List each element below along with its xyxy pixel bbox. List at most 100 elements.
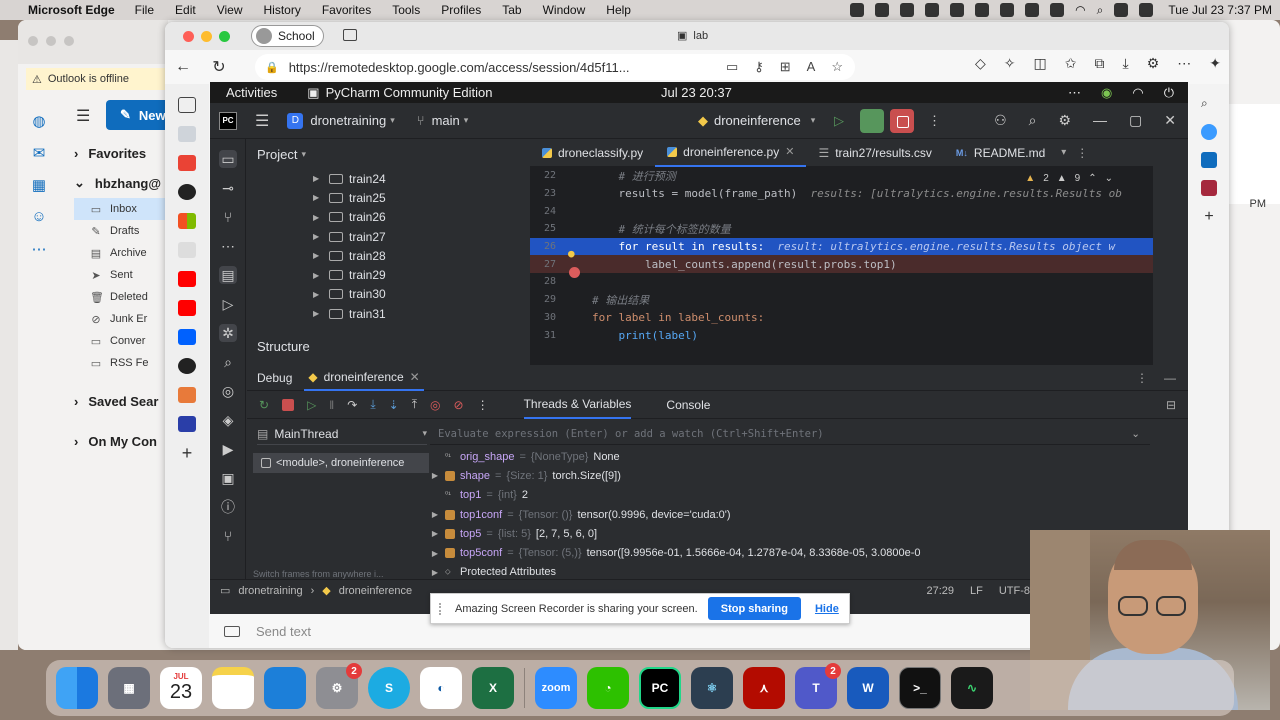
app-menu[interactable]: ▣ PyCharm Community Edition (307, 85, 492, 101)
zoom-status-icon[interactable] (900, 3, 915, 17)
copy-icon[interactable]: ▭ (726, 59, 738, 75)
step-into-icon[interactable]: ⤓ (370, 397, 375, 412)
apps-icon[interactable]: ⊞ (780, 59, 791, 75)
caret-position[interactable]: 27:29 (926, 585, 954, 597)
lightbulb-icon[interactable]: ● (568, 247, 575, 260)
calendar-icon[interactable]: ▦ (30, 176, 48, 194)
powershell-icon[interactable] (178, 416, 196, 432)
favorites-icon[interactable]: ✩ (1065, 55, 1077, 72)
branch-selector[interactable]: main (432, 113, 460, 128)
youtube-icon[interactable] (178, 300, 196, 316)
tab-threads-variables[interactable]: Threads & Variables (523, 391, 632, 419)
menubar-clock[interactable]: Tue Jul 23 7:37 PM (1168, 3, 1272, 17)
resume-icon[interactable]: ▷ (307, 398, 316, 412)
folder-deleted[interactable]: 🗑 Deleted (74, 286, 174, 308)
on-my-computer-section[interactable]: › On My Con (74, 426, 174, 456)
star-icon[interactable]: ☆ (831, 59, 843, 75)
chevron-down-icon[interactable]: ▾ (464, 115, 469, 126)
tab-actions-icon[interactable] (343, 29, 357, 41)
more-icon[interactable]: ⋮ (1136, 371, 1148, 385)
acrobat-icon[interactable]: ⋏ (743, 667, 785, 709)
chevron-right-icon[interactable]: ▶ (313, 290, 323, 299)
tab-readme[interactable]: M↓ README.md (944, 139, 1057, 167)
minimize-icon[interactable]: — (1093, 112, 1107, 129)
mute-breakpoints-icon[interactable]: ⊘ (454, 398, 464, 412)
copilot-icon[interactable] (1201, 124, 1217, 140)
edge-icon[interactable]: ◐ (420, 667, 462, 709)
youtube-icon[interactable] (178, 271, 196, 287)
tab-droneclassify[interactable]: droneclassify.py (530, 139, 655, 167)
active-tab[interactable]: ▣ lab (677, 29, 708, 43)
zoom-window-button[interactable] (219, 31, 230, 42)
search-icon[interactable]: ⌕ (1029, 112, 1037, 129)
stack-frame[interactable]: <module>, droneinference (253, 453, 429, 473)
favorites-section[interactable]: › Favorites (74, 138, 174, 168)
cloud-status-icon[interactable] (925, 3, 940, 17)
close-icon[interactable]: ✕ (1164, 112, 1176, 129)
collections-icon[interactable]: ⧉ (1095, 55, 1105, 72)
wifi-icon[interactable]: ◠ (1132, 85, 1143, 101)
extensions-menu-icon[interactable]: ⚙ (1147, 55, 1160, 72)
stop-icon[interactable] (282, 398, 295, 411)
electron-icon[interactable]: ⚛ (691, 667, 733, 709)
profile-button[interactable]: School (251, 25, 324, 47)
gmail-icon[interactable] (178, 155, 196, 171)
tab-results-csv[interactable]: ☰ train27/results.csv (806, 139, 943, 167)
address-bar[interactable]: 🔒 https://remotedesktop.google.com/acces… (255, 54, 855, 80)
add-icon[interactable]: + (1201, 208, 1217, 225)
shield-icon[interactable] (178, 242, 196, 258)
debug-tool-icon[interactable]: ✲ (219, 324, 237, 342)
chevron-right-icon[interactable]: ▶ (430, 549, 440, 558)
tree-folder[interactable]: ▶ train28 (247, 246, 530, 265)
activity-monitor-icon[interactable]: ∿ (951, 667, 993, 709)
finder-icon[interactable] (56, 667, 98, 709)
gear-icon[interactable]: ⚙ (1058, 112, 1071, 129)
terminal-icon[interactable]: ▣ (219, 469, 237, 487)
code-editor[interactable]: droneclassify.py droneinference.py ✕ ☰ tra… (530, 139, 1153, 365)
stop-sharing-button[interactable]: Stop sharing (707, 597, 801, 620)
read-aloud-icon[interactable]: A (807, 59, 816, 75)
menu-tab[interactable]: Tab (502, 3, 521, 17)
breadcrumb-project[interactable]: dronetraining (238, 585, 302, 597)
layout-icon[interactable]: ⊟ (1166, 398, 1176, 412)
chevron-right-icon[interactable]: ▶ (313, 213, 323, 222)
run-config-selector[interactable]: ◆ droneinference ▾ (698, 113, 815, 129)
tree-folder[interactable]: ▶ train25 (247, 188, 530, 207)
url-text[interactable]: https://remotedesktop.google.com/access/… (289, 60, 630, 75)
step-into-my-code-icon[interactable]: ⇣ (389, 398, 399, 412)
power-icon[interactable]: ⏻ (1164, 85, 1174, 101)
folder-junk[interactable]: ⊘ Junk Er (74, 308, 174, 330)
variable-row[interactable]: ▶ shape = {Size: 1} torch.Size([9]) (430, 466, 1150, 485)
hamburger-icon[interactable]: ☰ (76, 106, 90, 126)
menu-view[interactable]: View (217, 3, 243, 17)
zoom-icon[interactable]: zoom (535, 667, 577, 709)
file-encoding[interactable]: UTF-8 (999, 585, 1030, 597)
battery-icon[interactable] (1050, 3, 1065, 17)
dots-icon[interactable]: ⋯ (1068, 85, 1081, 101)
folder-conversation[interactable]: ▭ Conver (74, 330, 174, 352)
project-selector[interactable]: dronetraining (310, 113, 386, 128)
key-icon[interactable]: ⚷ (754, 59, 764, 75)
view-breakpoints-icon[interactable]: ◎ (430, 398, 440, 412)
outlook-icon[interactable] (1201, 152, 1217, 168)
step-over-icon[interactable]: ↷ (347, 398, 357, 412)
siri-icon[interactable] (1139, 3, 1154, 17)
more-icon[interactable]: ⋯ (30, 240, 48, 258)
menu-help[interactable]: Help (606, 3, 631, 17)
send-text-input[interactable]: Send text (256, 624, 311, 639)
add-user-icon[interactable]: ⚇ (994, 112, 1007, 129)
system-settings-icon[interactable]: ⚙ 2 (316, 663, 362, 709)
github-icon[interactable] (178, 358, 196, 374)
status-app-icon[interactable] (975, 3, 990, 17)
wechat-status-icon[interactable] (875, 3, 890, 17)
mail-icon[interactable]: ✉ (30, 144, 48, 162)
structure-tool-icon[interactable]: ▤ (219, 266, 237, 284)
menu-favorites[interactable]: Favorites (322, 3, 371, 17)
more-icon[interactable]: ⋯ (1177, 55, 1191, 72)
tree-folder[interactable]: ▶ train31 (247, 304, 530, 323)
chevron-right-icon[interactable]: ▶ (430, 471, 440, 480)
new-mail-button[interactable]: ✎ New (106, 100, 170, 130)
layers-icon[interactable]: ◈ (219, 411, 237, 429)
chevron-right-icon[interactable]: ▶ (430, 529, 440, 538)
menu-profiles[interactable]: Profiles (441, 3, 481, 17)
